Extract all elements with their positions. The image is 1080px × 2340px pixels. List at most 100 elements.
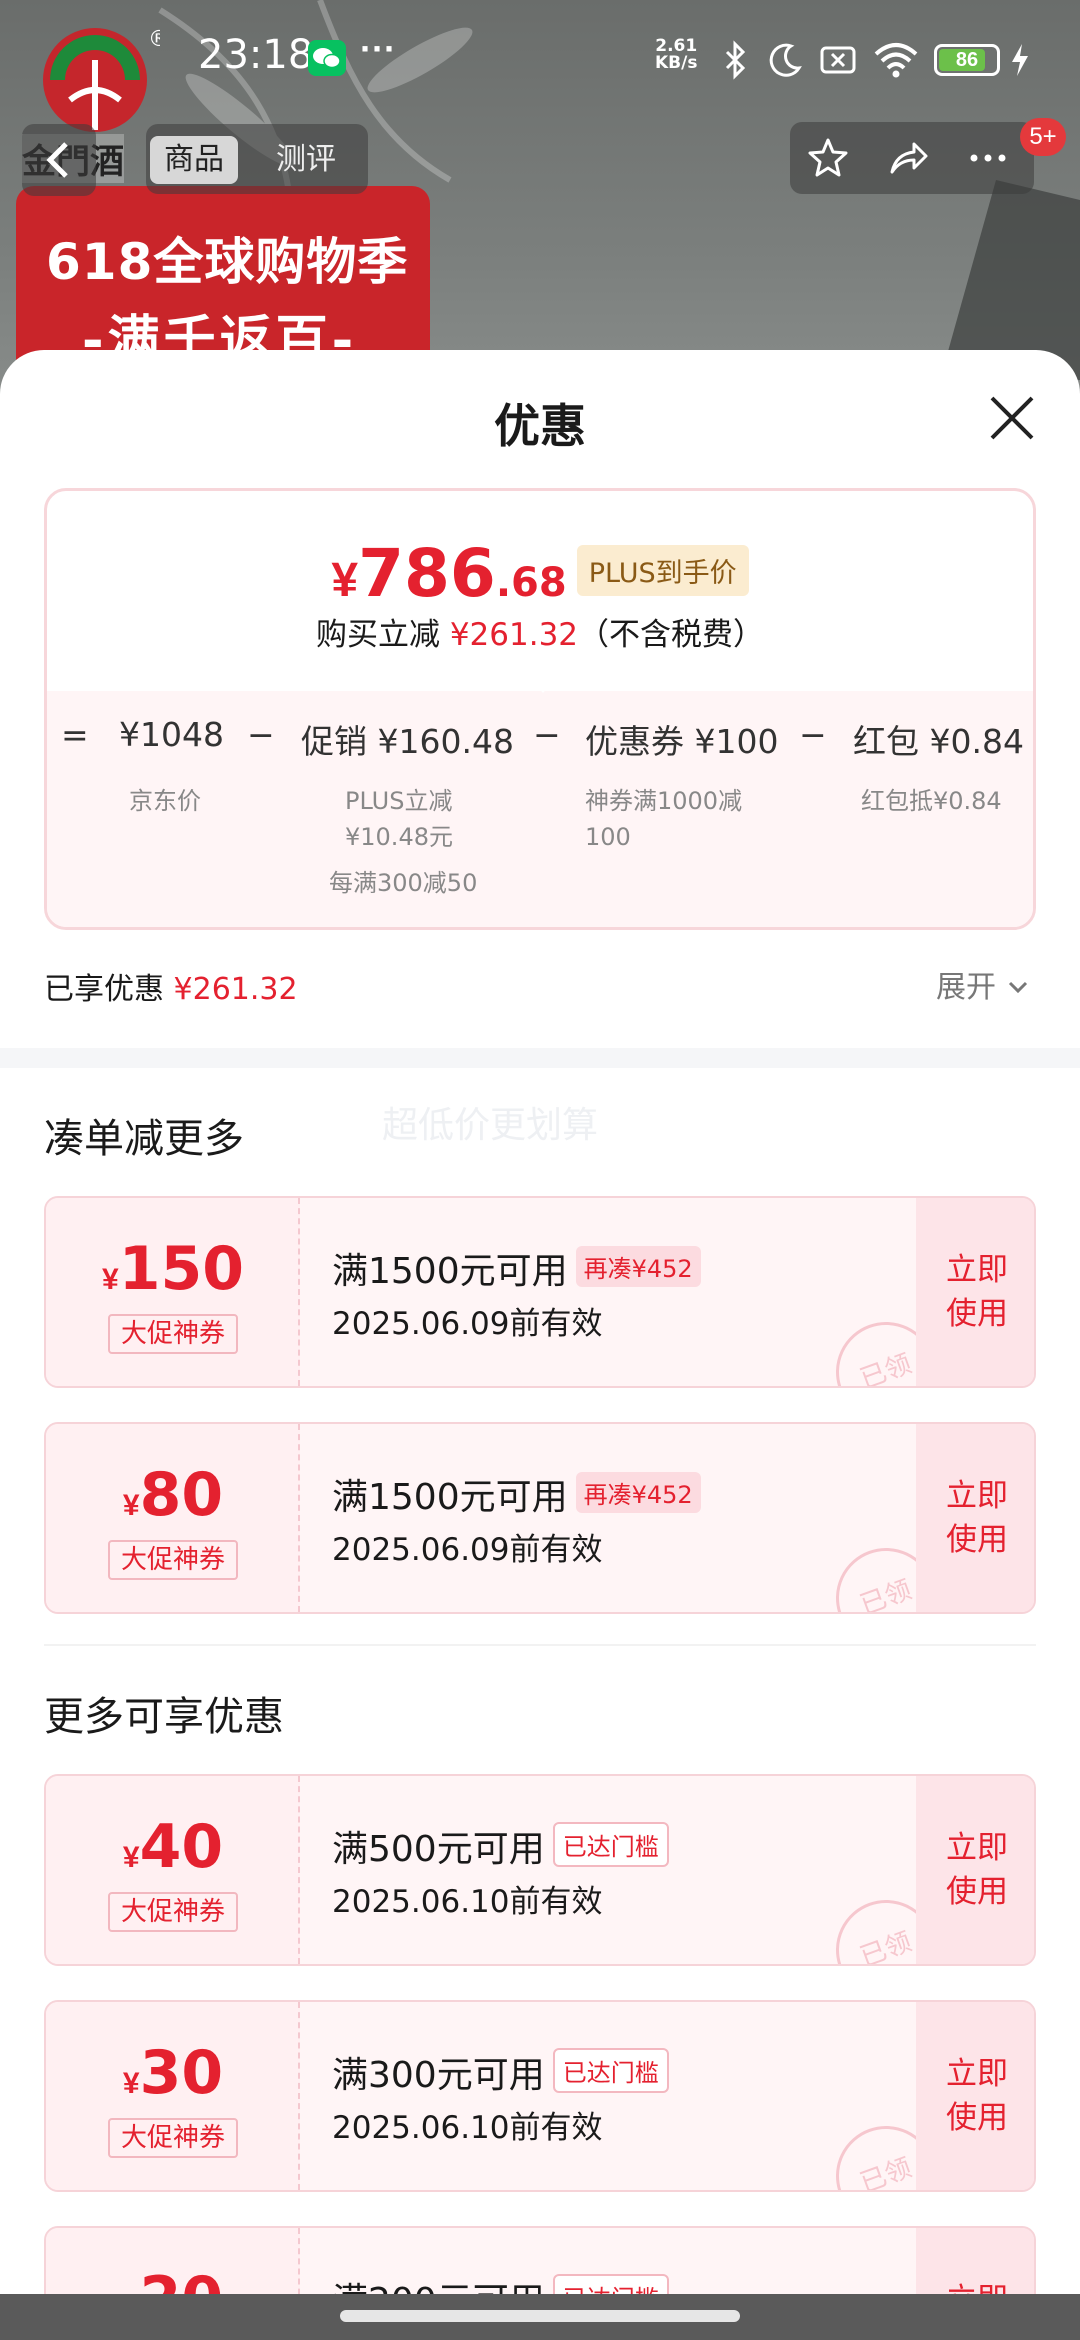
coupon-card[interactable]: ¥80 大促神券 满1500元可用 再凑¥452 2025.06.09前有效 已领… bbox=[44, 1422, 1036, 1614]
top-actions bbox=[790, 122, 1034, 194]
formula-minus: − bbox=[533, 715, 561, 754]
promo-banner-line1: 618全球购物季 bbox=[46, 233, 409, 291]
coupon-condition: 满500元可用 已达门槛 bbox=[332, 1820, 669, 1872]
enjoyed-amount: ¥261.32 bbox=[173, 972, 298, 1007]
battery-percent: 86 bbox=[955, 49, 979, 71]
discount-sheet: 优惠 ¥786.68 PLUS到手价 购买立减 ¥261.32（不含税费） = ¥… bbox=[0, 350, 1080, 2340]
formula-equals: = bbox=[61, 715, 89, 754]
use-now-label: 立即使用 bbox=[916, 1248, 1034, 1336]
battery-icon: 86 bbox=[934, 44, 1000, 76]
formula-minus: − bbox=[247, 715, 275, 754]
coupon-condition-text: 满1500元可用 bbox=[332, 1251, 568, 1292]
section-divider bbox=[0, 1048, 1080, 1068]
coupon-status-tag: 已达门槛 bbox=[552, 2048, 669, 2093]
formula-promo-desc: 每满300减50 bbox=[329, 869, 478, 897]
use-now-button[interactable]: 立即使用 bbox=[916, 1424, 1034, 1612]
use-now-button[interactable]: 立即使用 bbox=[916, 2002, 1034, 2190]
close-icon[interactable] bbox=[984, 390, 1040, 446]
final-price: ¥786.68 PLUS到手价 bbox=[47, 535, 1033, 612]
moon-icon bbox=[769, 43, 802, 77]
coupon-type-badge: 大促神券 bbox=[108, 1540, 238, 1580]
price-decimal: .68 bbox=[495, 560, 567, 606]
home-indicator-bar[interactable] bbox=[340, 2310, 740, 2322]
bluetooth-icon bbox=[725, 40, 746, 80]
more-icon[interactable] bbox=[966, 136, 1010, 180]
coupon-value-panel: ¥30 大促神券 bbox=[46, 2002, 300, 2190]
expand-label: 展开 bbox=[936, 970, 996, 1005]
back-arrow-icon bbox=[46, 142, 68, 178]
coupon-amount: ¥150 bbox=[46, 1234, 300, 1304]
use-now-line2: 使用 bbox=[946, 1296, 1008, 1332]
section-title-add-more: 凑单减更多 bbox=[44, 1116, 244, 1162]
save-suffix: （不含税费） bbox=[578, 617, 765, 653]
coupon-condition: 满300元可用 已达门槛 bbox=[332, 2046, 669, 2098]
coupon-condition-text: 满1500元可用 bbox=[332, 1477, 568, 1518]
network-speed: 2.61 KB/s bbox=[655, 38, 697, 72]
coupon-value-panel: ¥80 大促神券 bbox=[46, 1424, 300, 1612]
section-title-more-offers: 更多可享优惠 bbox=[44, 1694, 284, 1740]
use-now-line2: 使用 bbox=[946, 2100, 1008, 2136]
coupon-card[interactable]: ¥30 大促神券 满300元可用 已达门槛 2025.06.10前有效 已领 立即… bbox=[44, 2000, 1036, 2192]
save-prefix: 购买立减 bbox=[315, 617, 440, 653]
coupon-currency: ¥ bbox=[122, 2067, 140, 2100]
price-integer: 786 bbox=[358, 535, 496, 612]
coupon-condition: 满1500元可用 再凑¥452 bbox=[332, 1468, 701, 1520]
message-badge: 5+ bbox=[1020, 118, 1066, 156]
chevron-down-icon bbox=[1008, 981, 1027, 994]
enjoyed-discount: 已享优惠 ¥261.32 bbox=[44, 964, 298, 1008]
coupon-status-tag: 已达门槛 bbox=[552, 1822, 669, 1867]
use-now-line2: 使用 bbox=[946, 1522, 1008, 1558]
more-dots-icon: ··· bbox=[360, 28, 396, 69]
use-now-line2: 使用 bbox=[946, 1874, 1008, 1910]
tab-product[interactable]: 商品 bbox=[150, 136, 238, 184]
wifi-icon bbox=[874, 43, 918, 78]
product-tabs: 商品 测评 bbox=[146, 124, 368, 194]
coupon-condition: 满1500元可用 再凑¥452 bbox=[332, 1242, 701, 1294]
coupon-condition-text: 满300元可用 bbox=[332, 2055, 545, 2096]
formula-coupon-desc: 100 bbox=[585, 823, 631, 851]
expand-button[interactable]: 展开 bbox=[936, 962, 1030, 1006]
watermark-text: 超低价更划算 bbox=[382, 1105, 599, 1146]
coupon-condition-text: 满500元可用 bbox=[332, 1829, 545, 1870]
formula-promo-desc: PLUS立减 bbox=[345, 787, 453, 815]
formula-jd-price: ¥1048 bbox=[119, 715, 224, 754]
coupon-amount: ¥40 bbox=[46, 1812, 300, 1882]
coupon-card[interactable]: ¥40 大促神券 满500元可用 已达门槛 2025.06.10前有效 已领 立即… bbox=[44, 1774, 1036, 1966]
coupon-value-panel: ¥40 大促神券 bbox=[46, 1776, 300, 1964]
coupon-type-badge: 大促神券 bbox=[108, 1314, 238, 1354]
back-button[interactable] bbox=[22, 124, 96, 196]
coupon-currency: ¥ bbox=[122, 1841, 140, 1874]
coupon-value: 40 bbox=[139, 1812, 224, 1882]
coupon-expiry: 2025.06.09前有效 bbox=[332, 1532, 603, 1568]
status-bar: 23:18 ··· 2.61 KB/s 86 bbox=[0, 0, 1080, 120]
coupon-value: 80 bbox=[139, 1460, 224, 1530]
save-amount: ¥261.32 bbox=[449, 617, 579, 653]
sheet-title: 优惠 bbox=[494, 399, 586, 453]
coupon-currency: ¥ bbox=[122, 1489, 140, 1522]
star-icon[interactable] bbox=[806, 136, 850, 180]
network-speed-unit: KB/s bbox=[655, 53, 698, 73]
use-now-label: 立即使用 bbox=[916, 1474, 1034, 1562]
share-icon[interactable] bbox=[886, 136, 930, 180]
status-time: 23:18 bbox=[198, 32, 314, 78]
formula-redpacket: 红包 ¥0.84 bbox=[853, 722, 1024, 761]
coupon-status-tag: 再凑¥452 bbox=[575, 1246, 701, 1287]
coupon-expiry: 2025.06.10前有效 bbox=[332, 2110, 603, 2146]
enjoyed-label: 已享优惠 bbox=[44, 972, 164, 1007]
sim-off-icon bbox=[820, 46, 856, 74]
use-now-button[interactable]: 立即使用 bbox=[916, 1198, 1034, 1386]
use-now-button[interactable]: 立即使用 bbox=[916, 1776, 1034, 1964]
price-currency: ¥ bbox=[331, 554, 359, 607]
price-formula: = ¥1048 − 促销 ¥160.48 − 优惠券 ¥100 − 红包 ¥0.… bbox=[47, 715, 1033, 775]
tab-review[interactable]: 测评 bbox=[262, 136, 350, 184]
gesture-bar-area bbox=[0, 2294, 1080, 2340]
coupon-card[interactable]: ¥150 大促神券 满1500元可用 再凑¥452 2025.06.09前有效 已… bbox=[44, 1196, 1036, 1388]
formula-jd-price-desc: 京东价 bbox=[129, 787, 201, 815]
divider bbox=[44, 1644, 1036, 1646]
wechat-icon bbox=[308, 40, 346, 76]
price-summary-card: ¥786.68 PLUS到手价 购买立减 ¥261.32（不含税费） = ¥104… bbox=[44, 488, 1036, 930]
plus-price-tag: PLUS到手价 bbox=[576, 545, 749, 596]
use-now-label: 立即使用 bbox=[916, 2052, 1034, 2140]
formula-coupon-desc: 神券满1000减 bbox=[585, 787, 743, 815]
formula-promo: 促销 ¥160.48 bbox=[301, 722, 514, 761]
